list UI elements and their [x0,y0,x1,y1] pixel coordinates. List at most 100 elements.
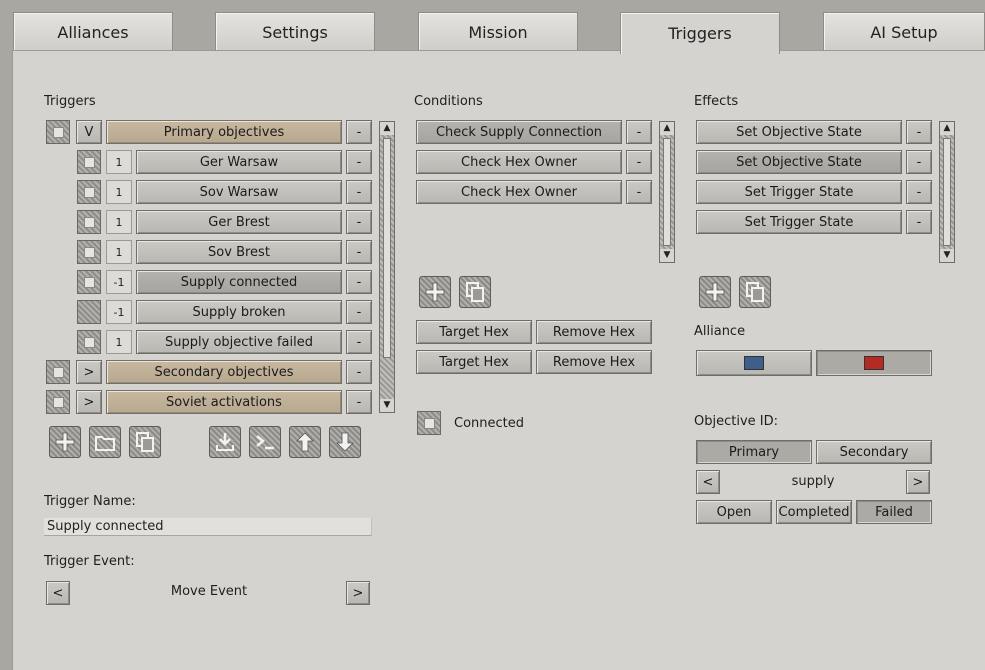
trigger-item-supply-broken[interactable]: Supply broken [136,300,342,324]
scroll-up-icon[interactable]: ▲ [380,122,394,135]
remove-trigger-button[interactable]: - [346,360,372,384]
remove-trigger-button[interactable]: - [346,180,372,204]
primary-group-checkbox[interactable] [46,120,70,144]
scroll-up-icon[interactable]: ▲ [940,122,954,135]
folder-icon [95,436,115,451]
remove-condition-button[interactable]: - [626,120,652,144]
trigger-checkbox[interactable] [77,240,101,264]
connected-label: Connected [454,416,525,431]
tab-ai-setup[interactable]: AI Setup [823,12,985,52]
connected-checkbox[interactable] [417,411,441,435]
condition-item[interactable]: Check Supply Connection [416,120,622,144]
remove-hex-button[interactable]: Remove Hex [536,350,652,374]
primary-objectives-group[interactable]: Primary objectives [106,120,342,144]
remove-trigger-button[interactable]: - [346,330,372,354]
remove-hex-button[interactable]: Remove Hex [536,320,652,344]
effect-item[interactable]: Set Objective State [696,150,902,174]
move-up-button[interactable] [289,426,321,458]
remove-trigger-button[interactable]: - [346,240,372,264]
trigger-item-sov-brest[interactable]: Sov Brest [136,240,342,264]
trigger-item-sov-warsaw[interactable]: Sov Warsaw [136,180,342,204]
remove-trigger-button[interactable]: - [346,390,372,414]
prev-event-button[interactable]: < [46,581,70,605]
secondary-objective-button[interactable]: Secondary [816,440,932,464]
scroll-thumb[interactable] [383,138,391,358]
trigger-checkbox[interactable] [77,150,101,174]
remove-trigger-button[interactable]: - [346,120,372,144]
copy-effect-button[interactable] [739,276,771,308]
trigger-checkbox[interactable] [77,210,101,234]
plus-icon [705,282,725,302]
effect-item[interactable]: Set Objective State [696,120,902,144]
scroll-thumb[interactable] [943,138,951,246]
soviet-group-expand-button[interactable]: > [76,390,102,414]
effect-item[interactable]: Set Trigger State [696,210,902,234]
add-trigger-button[interactable] [49,426,81,458]
primary-objective-button[interactable]: Primary [696,440,812,464]
remove-trigger-button[interactable]: - [346,210,372,234]
remove-condition-button[interactable]: - [626,150,652,174]
remove-effect-button[interactable]: - [906,120,932,144]
console-button[interactable] [249,426,281,458]
trigger-checkbox[interactable] [77,330,101,354]
effect-item[interactable]: Set Trigger State [696,180,902,204]
state-failed-button[interactable]: Failed [856,500,932,524]
remove-effect-button[interactable]: - [906,150,932,174]
alliance-button-blue[interactable] [696,350,812,376]
trigger-checkbox[interactable] [77,180,101,204]
alliance-button-red[interactable] [816,350,932,376]
next-objective-button[interactable]: > [906,470,930,494]
trigger-checkbox[interactable] [77,300,101,324]
state-completed-button[interactable]: Completed [776,500,852,524]
add-condition-button[interactable] [419,276,451,308]
triggers-scrollbar[interactable]: ▲ ▼ [379,121,395,413]
remove-condition-button[interactable]: - [626,180,652,204]
alliance-label: Alliance [694,324,746,339]
tab-alliances[interactable]: Alliances [13,12,173,52]
trigger-checkbox[interactable] [77,270,101,294]
alliance-color-swatch [864,356,884,370]
next-event-button[interactable]: > [346,581,370,605]
trigger-item-supply-objective-failed[interactable]: Supply objective failed [136,330,342,354]
secondary-group-checkbox[interactable] [46,360,70,384]
scroll-down-icon[interactable]: ▼ [380,399,394,412]
import-button[interactable] [209,426,241,458]
condition-item[interactable]: Check Hex Owner [416,180,622,204]
move-down-button[interactable] [329,426,361,458]
add-effect-button[interactable] [699,276,731,308]
plus-icon [425,282,445,302]
conditions-scrollbar[interactable]: ▲ ▼ [659,121,675,263]
trigger-item-supply-connected[interactable]: Supply connected [136,270,342,294]
scroll-down-icon[interactable]: ▼ [660,249,674,262]
trigger-item-ger-warsaw[interactable]: Ger Warsaw [136,150,342,174]
copy-trigger-button[interactable] [129,426,161,458]
condition-item[interactable]: Check Hex Owner [416,150,622,174]
tab-settings[interactable]: Settings [215,12,375,52]
add-folder-button[interactable] [89,426,121,458]
soviet-group-checkbox[interactable] [46,390,70,414]
scroll-down-icon[interactable]: ▼ [940,249,954,262]
objective-id-label: Objective ID: [694,414,778,429]
remove-trigger-button[interactable]: - [346,300,372,324]
trigger-item-ger-brest[interactable]: Ger Brest [136,210,342,234]
soviet-activations-group[interactable]: Soviet activations [106,390,342,414]
remove-trigger-button[interactable]: - [346,270,372,294]
trigger-name-input[interactable]: Supply connected [44,518,372,536]
effects-scrollbar[interactable]: ▲ ▼ [939,121,955,263]
scroll-up-icon[interactable]: ▲ [660,122,674,135]
scroll-thumb[interactable] [663,138,671,246]
primary-group-expand-button[interactable]: V [76,120,102,144]
tab-triggers[interactable]: Triggers [620,12,780,54]
tab-mission[interactable]: Mission [418,12,578,52]
target-hex-button[interactable]: Target Hex [416,320,532,344]
remove-trigger-button[interactable]: - [346,150,372,174]
copy-condition-button[interactable] [459,276,491,308]
state-open-button[interactable]: Open [696,500,772,524]
prev-objective-button[interactable]: < [696,470,720,494]
secondary-objectives-group[interactable]: Secondary objectives [106,360,342,384]
remove-effect-button[interactable]: - [906,180,932,204]
remove-effect-button[interactable]: - [906,210,932,234]
target-hex-button[interactable]: Target Hex [416,350,532,374]
secondary-group-expand-button[interactable]: > [76,360,102,384]
objective-id-value: supply [791,474,835,489]
